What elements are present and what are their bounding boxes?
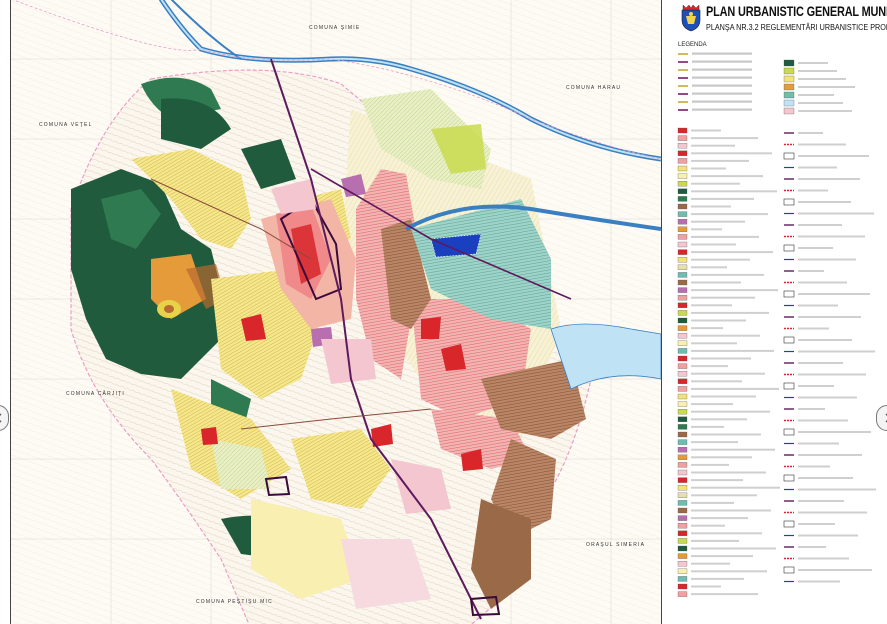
place-label: COMUNA HARAU [566, 85, 622, 91]
place-label: COMUNA PEŞTIŞU MIC [196, 599, 273, 605]
chevron-right-icon [885, 413, 887, 422]
map-sheet: COMUNA ŞIMIE COMUNA HARAU COMUNA VEŢEL C… [10, 0, 662, 624]
next-page-button[interactable] [876, 405, 887, 431]
place-label: ORAŞUL SIMERIA [586, 542, 646, 548]
place-label: COMUNA VEŢEL [39, 122, 93, 128]
place-label: COMUNA CÂRJIŢI [66, 391, 126, 397]
chevron-left-icon [0, 413, 2, 422]
legend-panel: PLAN URBANISTIC GENERAL MUNICIPIUL DEVA … [672, 0, 887, 624]
previous-page-button[interactable] [0, 405, 9, 431]
place-label: COMUNA ŞIMIE [309, 25, 361, 31]
map-subtitle: PLANŞA NR.3.2 REGLEMENTĂRI URBANISTICE P… [706, 22, 887, 32]
map-title: PLAN URBANISTIC GENERAL MUNICIPIUL DEVA [706, 3, 887, 19]
coat-of-arms-icon [681, 4, 701, 32]
legend-symbols [677, 52, 876, 597]
map-viewer: COMUNA ŞIMIE COMUNA HARAU COMUNA VEŢEL C… [0, 0, 887, 624]
urban-plan-map [11, 0, 661, 624]
